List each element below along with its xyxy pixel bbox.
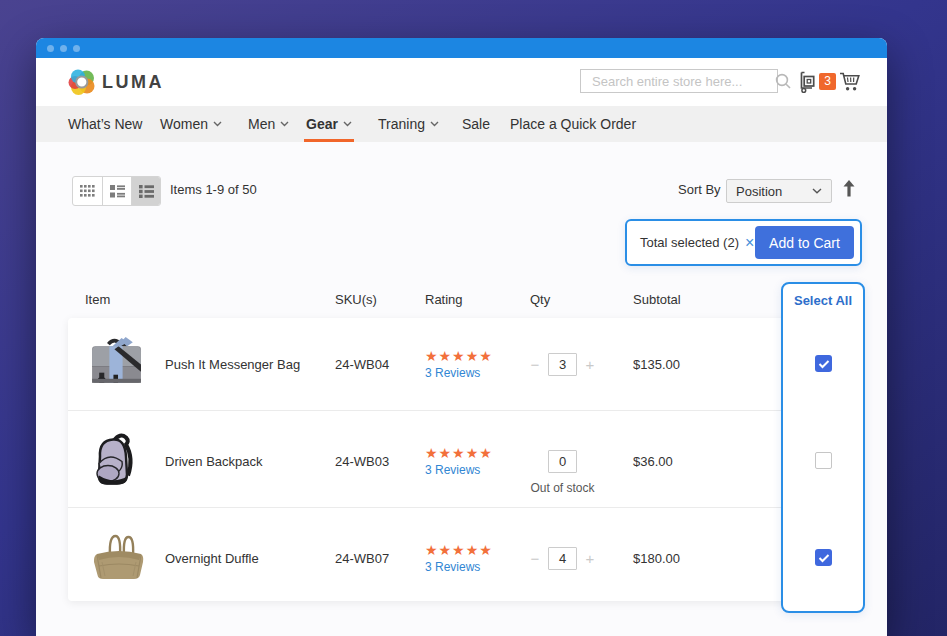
product-rating: ★★★★★ 3 Reviews [425, 543, 530, 574]
star-rating-icon: ★★★★★ [425, 543, 530, 557]
cart-icon[interactable] [839, 71, 861, 92]
product-name[interactable]: Push It Messenger Bag [165, 357, 335, 372]
list-view-icon [139, 185, 154, 198]
qty-input[interactable] [548, 450, 577, 473]
column-header-sku: SKU(s) [335, 292, 377, 307]
select-all-label[interactable]: Select All [783, 293, 863, 308]
product-row: Push It Messenger Bag 24-WB04 ★★★★★ 3 Re… [68, 318, 857, 410]
chevron-down-icon [812, 188, 822, 194]
product-name[interactable]: Overnight Duffle [165, 551, 335, 566]
product-image-backpack[interactable] [88, 431, 165, 492]
grid-extended-view-icon [110, 185, 125, 198]
product-sku: 24-WB03 [335, 454, 425, 469]
qty-increase-button[interactable]: + [585, 357, 595, 372]
selection-summary-panel: Total selected (2) × Add to Cart [625, 219, 862, 266]
luma-logo-icon[interactable] [68, 68, 96, 96]
product-image-duffle[interactable] [88, 529, 165, 589]
cart-count-badge: 3 [819, 73, 836, 90]
nav-women[interactable]: Women [160, 106, 222, 142]
product-rating: ★★★★★ 3 Reviews [425, 349, 530, 380]
column-header-subtotal: Subtotal [633, 292, 681, 307]
grid-extended-view-button[interactable] [102, 177, 131, 205]
row-checkbox[interactable] [815, 355, 832, 372]
check-icon [818, 359, 830, 369]
row-checkbox[interactable] [815, 549, 832, 566]
search-box [580, 69, 778, 93]
list-view-button[interactable] [131, 177, 160, 205]
nav-place-quick-order[interactable]: Place a Quick Order [510, 106, 636, 142]
window-dot-icon[interactable] [60, 45, 67, 52]
qty-cell: − + [530, 353, 633, 376]
qty-decrease-button[interactable]: − [530, 551, 540, 566]
add-to-cart-button[interactable]: Add to Cart [755, 226, 854, 259]
qty-cell: − + [530, 547, 633, 570]
browser-window: LUMA 3 [36, 38, 887, 636]
view-mode-switcher [72, 176, 161, 206]
select-all-panel: Select All [781, 282, 865, 613]
product-image-messenger-bag[interactable] [88, 334, 165, 395]
column-header-item: Item [85, 292, 110, 307]
quick-order-icon[interactable] [798, 71, 818, 93]
product-sku: 24-WB07 [335, 551, 425, 566]
star-rating-icon: ★★★★★ [425, 349, 530, 363]
nav-traning[interactable]: Traning [378, 106, 439, 142]
row-checkbox[interactable] [815, 452, 832, 469]
column-header-qty: Qty [530, 292, 550, 307]
window-dot-icon[interactable] [47, 45, 54, 52]
qty-input[interactable] [548, 353, 577, 376]
window-titlebar[interactable] [36, 38, 887, 58]
qty-decrease-button[interactable]: − [530, 357, 540, 372]
reviews-link[interactable]: 3 Reviews [425, 560, 530, 574]
main-navigation: What’s New Women Men Gear Traning Sale P… [36, 106, 887, 142]
product-sku: 24-WB04 [335, 357, 425, 372]
items-count: Items 1-9 of 50 [170, 176, 257, 204]
sort-direction-icon[interactable] [842, 180, 856, 197]
product-row: Overnight Duffle 24-WB07 ★★★★★ 3 Reviews… [68, 507, 857, 601]
nav-men[interactable]: Men [248, 106, 289, 142]
nav-gear[interactable]: Gear [306, 106, 352, 142]
sort-select-value: Position [736, 184, 782, 199]
search-icon[interactable] [774, 72, 792, 90]
product-rating: ★★★★★ 3 Reviews [425, 446, 530, 477]
category-page: Items 1-9 of 50 Sort By Position Total s… [36, 142, 887, 636]
reviews-link[interactable]: 3 Reviews [425, 366, 530, 380]
chevron-down-icon [430, 121, 439, 127]
chevron-down-icon [213, 121, 222, 127]
clear-selection-icon[interactable]: × [745, 235, 754, 251]
reviews-link[interactable]: 3 Reviews [425, 463, 530, 477]
grid-view-icon [80, 185, 95, 197]
star-rating-icon: ★★★★★ [425, 446, 530, 460]
sort-select[interactable]: Position [726, 179, 832, 203]
product-row: Driven Backpack 24-WB03 ★★★★★ 3 Reviews … [68, 410, 857, 507]
check-icon [818, 553, 830, 563]
brand-name[interactable]: LUMA [102, 58, 164, 106]
qty-input[interactable] [548, 547, 577, 570]
qty-increase-button[interactable]: + [585, 551, 595, 566]
desktop-background: LUMA 3 [0, 0, 947, 636]
nav-sale[interactable]: Sale [462, 106, 490, 142]
search-input[interactable] [581, 74, 774, 89]
grid-view-button[interactable] [73, 177, 102, 205]
chevron-down-icon [280, 121, 289, 127]
window-dot-icon[interactable] [73, 45, 80, 52]
qty-cell: − + Out of stock [530, 450, 633, 473]
chevron-down-icon [343, 121, 352, 127]
sort-by-label: Sort By [678, 176, 721, 204]
product-list: Push It Messenger Bag 24-WB04 ★★★★★ 3 Re… [68, 318, 857, 601]
total-selected-label: Total selected (2) [640, 235, 739, 250]
nav-whats-new[interactable]: What’s New [68, 106, 142, 142]
product-name[interactable]: Driven Backpack [165, 454, 335, 469]
column-header-rating: Rating [425, 292, 463, 307]
stock-status: Out of stock [530, 481, 594, 495]
store-header: LUMA 3 [36, 58, 887, 106]
